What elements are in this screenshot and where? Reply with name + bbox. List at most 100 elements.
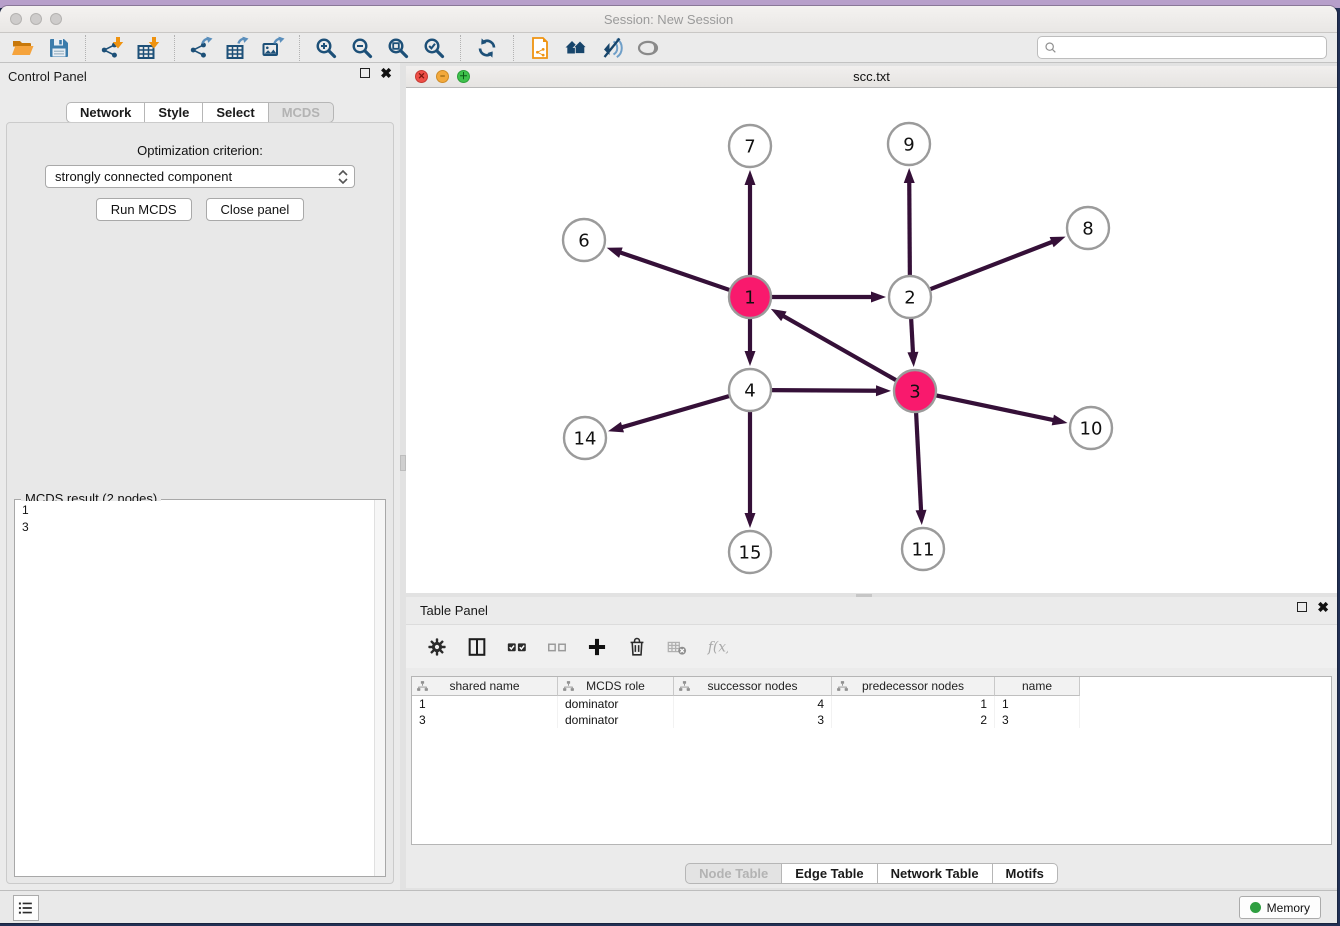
edge-2-9[interactable] (904, 168, 915, 276)
columns-icon (466, 636, 488, 658)
edge-2-8[interactable] (930, 237, 1066, 290)
tab-node-table[interactable]: Node Table (685, 863, 782, 884)
node-2[interactable]: 2 (889, 276, 931, 318)
column-type-icon (678, 680, 691, 693)
edge-2-3[interactable] (907, 318, 918, 367)
zoom-fit-button[interactable] (383, 35, 413, 61)
float-panel-icon[interactable] (360, 68, 370, 78)
svg-text:1: 1 (744, 288, 755, 309)
delete-row-button[interactable] (624, 634, 650, 660)
select-all-rows-button[interactable] (504, 634, 530, 660)
memory-status-icon (1250, 902, 1261, 913)
tab-network-table[interactable]: Network Table (877, 863, 993, 884)
show-columns-button[interactable] (464, 634, 490, 660)
node-6[interactable]: 6 (563, 219, 605, 261)
node-9[interactable]: 9 (888, 123, 930, 165)
table-cell[interactable]: 2 (832, 712, 995, 728)
table-row[interactable]: 1dominator411 (412, 696, 1331, 712)
table-cell[interactable]: 3 (995, 712, 1080, 728)
edge-1-4[interactable] (745, 318, 756, 366)
add-row-button[interactable] (584, 634, 610, 660)
edge-4-3[interactable] (771, 385, 891, 396)
close-table-panel-icon[interactable]: ✖ (1317, 602, 1329, 612)
tab-edge-table[interactable]: Edge Table (781, 863, 877, 884)
close-panel-icon[interactable]: ✖ (380, 68, 392, 78)
window-title: Session: New Session (0, 12, 1337, 27)
float-table-panel-icon[interactable] (1297, 602, 1307, 612)
column-header-MCDS-role[interactable]: MCDS role (558, 677, 674, 696)
export-table-icon (225, 36, 249, 60)
table-cell[interactable]: 1 (412, 696, 558, 712)
export-table-button[interactable] (222, 35, 252, 61)
network-graph-canvas[interactable]: 7 9 6 8 1 2 4 3 14 10 15 11 (406, 88, 1337, 593)
mcds-result-line[interactable]: 1 (16, 502, 384, 518)
table-row[interactable]: 3dominator323 (412, 712, 1331, 728)
refresh-layout-button[interactable] (472, 35, 502, 61)
network-window-titlebar[interactable]: ✕ − ＋ scc.txt (406, 66, 1337, 88)
deselect-all-rows-button[interactable] (544, 634, 570, 660)
edge-1-6[interactable] (607, 247, 730, 290)
memory-button[interactable]: Memory (1239, 896, 1321, 919)
table-cell[interactable]: dominator (558, 712, 674, 728)
tab-mcds[interactable]: MCDS (268, 102, 334, 123)
status-bar: Memory (0, 890, 1337, 923)
table-cell[interactable]: 3 (412, 712, 558, 728)
edge-4-14[interactable] (608, 396, 730, 433)
node-11[interactable]: 11 (902, 528, 944, 570)
table-cell[interactable]: 1 (995, 696, 1080, 712)
zoom-out-button[interactable] (347, 35, 377, 61)
edge-3-1[interactable] (771, 309, 897, 381)
birds-eye-view-button[interactable] (633, 35, 663, 61)
column-header-predecessor-nodes[interactable]: predecessor nodes (832, 677, 995, 696)
tab-network[interactable]: Network (66, 102, 145, 123)
task-history-button[interactable] (13, 895, 39, 921)
column-header-name[interactable]: name (995, 677, 1080, 696)
tab-style[interactable]: Style (144, 102, 203, 123)
mcds-result-line[interactable]: 3 (16, 519, 384, 535)
table-cell[interactable]: 3 (674, 712, 832, 728)
column-settings-button[interactable] (424, 634, 450, 660)
tab-select[interactable]: Select (202, 102, 268, 123)
search-input[interactable] (1059, 38, 1326, 57)
new-network-from-selection-button[interactable] (525, 35, 555, 61)
node-7[interactable]: 7 (729, 125, 771, 167)
application-window: Session: New Session Control Panel ✖ Net… (0, 6, 1337, 923)
edge-1-7[interactable] (745, 170, 756, 276)
criterion-select[interactable]: strongly connected component (45, 165, 355, 188)
node-3[interactable]: 3 (894, 370, 936, 412)
close-panel-button[interactable]: Close panel (206, 198, 305, 221)
open-session-button[interactable] (8, 35, 38, 61)
hide-graphics-details-button[interactable] (597, 35, 627, 61)
node-8[interactable]: 8 (1067, 207, 1109, 249)
table-cell[interactable]: 4 (674, 696, 832, 712)
tab-motifs[interactable]: Motifs (992, 863, 1058, 884)
import-network-button[interactable] (97, 35, 127, 61)
node-15[interactable]: 15 (729, 531, 771, 573)
export-image-button[interactable] (258, 35, 288, 61)
column-header-shared-name[interactable]: shared name (412, 677, 558, 696)
window-titlebar[interactable]: Session: New Session (0, 6, 1337, 33)
import-table-button[interactable] (133, 35, 163, 61)
zoom-in-button[interactable] (311, 35, 341, 61)
search-box[interactable] (1037, 36, 1327, 59)
run-mcds-button[interactable]: Run MCDS (96, 198, 192, 221)
export-network-button[interactable] (186, 35, 216, 61)
node-10[interactable]: 10 (1070, 407, 1112, 449)
edge-1-2[interactable] (771, 292, 886, 303)
edge-3-10[interactable] (936, 395, 1068, 425)
node-4[interactable]: 4 (729, 369, 771, 411)
zoom-fit-icon (386, 36, 410, 60)
save-session-button[interactable] (44, 35, 74, 61)
mcds-result-list[interactable]: 13 (16, 501, 384, 875)
node-1[interactable]: 1 (729, 276, 771, 318)
first-neighbors-button[interactable] (561, 35, 591, 61)
edge-3-11[interactable] (916, 412, 927, 525)
zoom-selected-button[interactable] (419, 35, 449, 61)
table-cell[interactable]: dominator (558, 696, 674, 712)
node-14[interactable]: 14 (564, 417, 606, 459)
result-scrollbar[interactable] (374, 500, 385, 876)
column-header-successor-nodes[interactable]: successor nodes (674, 677, 832, 696)
edge-4-15[interactable] (745, 411, 756, 528)
table-cell[interactable]: 1 (832, 696, 995, 712)
svg-text:14: 14 (574, 429, 597, 450)
